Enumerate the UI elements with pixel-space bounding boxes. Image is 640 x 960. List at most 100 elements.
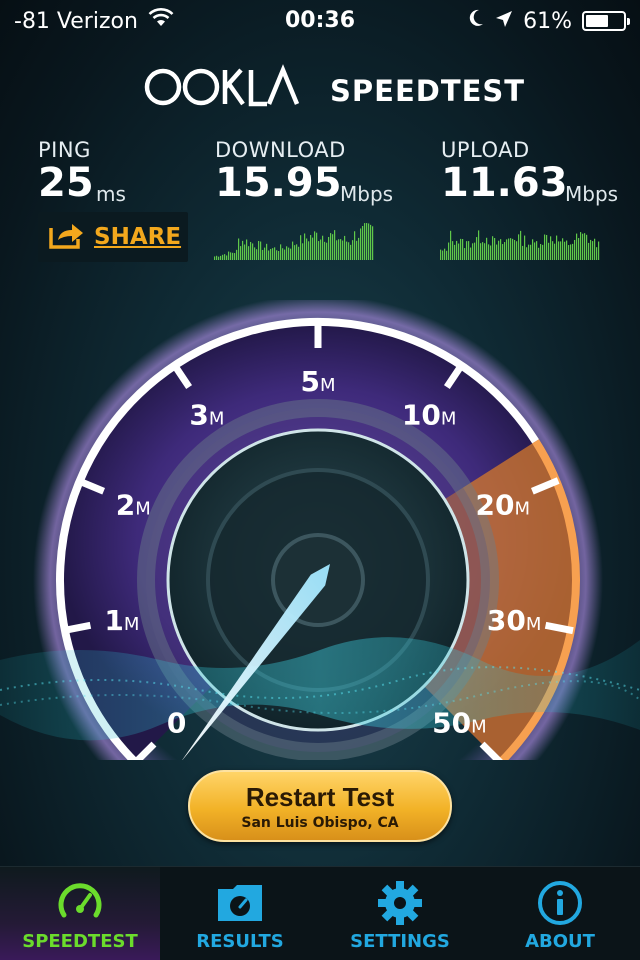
sparkline-bar	[446, 250, 448, 260]
sparkline-bar	[284, 249, 286, 260]
sparkline-bar	[490, 245, 492, 260]
ping-unit: ms	[96, 182, 126, 206]
sparkline-bar	[550, 236, 552, 260]
tab-about-label: ABOUT	[525, 931, 595, 952]
sparkline-bar	[540, 243, 542, 260]
sparkline-bar	[348, 242, 350, 260]
sparkline-bar	[452, 241, 454, 260]
sparkline-bar	[250, 241, 252, 260]
sparkline-bar	[562, 238, 564, 260]
sparkline-bar	[294, 245, 296, 260]
sparkline-bar	[354, 231, 356, 260]
sparkline-bar	[216, 255, 218, 260]
sparkline-bar	[440, 249, 442, 260]
sparkline-bar	[508, 238, 510, 260]
tab-settings-label: SETTINGS	[350, 931, 450, 952]
sparkline-bar	[554, 243, 556, 260]
server-location: San Luis Obispo, CA	[241, 815, 399, 831]
sparkline-bar	[482, 242, 484, 260]
sparkline-bar	[318, 241, 320, 260]
sparkline-bar	[272, 248, 274, 260]
sparkline-bar	[282, 248, 284, 260]
sparkline-bar	[520, 230, 522, 260]
sparkline-bar	[512, 238, 514, 260]
upload-value: 11.63	[441, 160, 568, 206]
tab-speedtest[interactable]: SPEEDTEST	[0, 867, 160, 960]
info-icon	[536, 879, 584, 931]
sparkline-bar	[236, 249, 238, 260]
sparkline-bar	[570, 244, 572, 260]
sparkline-bar	[572, 243, 574, 260]
sparkline-bar	[506, 239, 508, 260]
sparkline-bar	[276, 250, 278, 260]
sparkline-bar	[224, 254, 226, 260]
sparkline-bar	[286, 246, 288, 260]
sparkline-bar	[594, 238, 596, 260]
ookla-logo	[143, 64, 303, 121]
sparkline-bar	[338, 239, 340, 260]
folder-gauge-icon	[215, 879, 265, 931]
sparkline-bar	[252, 243, 254, 260]
sparkline-bar	[528, 244, 530, 260]
upload-unit: Mbps	[565, 182, 619, 206]
download-value: 15.95	[215, 160, 342, 206]
sparkline-bar	[334, 230, 336, 260]
tab-about[interactable]: ABOUT	[480, 867, 640, 960]
restart-test-button[interactable]: Restart Test San Luis Obispo, CA	[188, 770, 452, 842]
sparkline-bar	[302, 243, 304, 260]
sparkline-bar	[350, 244, 352, 260]
tab-settings[interactable]: SETTINGS	[320, 867, 480, 960]
app-title: SPEEDTEST	[330, 74, 526, 108]
sparkline-bar	[592, 241, 594, 260]
sparkline-bar	[346, 241, 348, 260]
sparkline-bar	[352, 240, 354, 260]
upload-sparkline	[440, 230, 600, 260]
sparkline-bar	[292, 241, 294, 260]
sparkline-bar	[240, 246, 242, 260]
sparkline-bar	[358, 237, 360, 260]
share-button[interactable]: SHARE	[38, 212, 188, 262]
sparkline-bar	[532, 239, 534, 260]
sparkline-bar	[306, 238, 308, 260]
sparkline-bar	[596, 247, 598, 260]
sparkline-bar	[254, 247, 256, 260]
sparkline-bar	[222, 254, 224, 260]
speed-gauge: 0 1M 2M 3M 5M 10M 20M 30M 50M	[0, 295, 640, 865]
sparkline-bar	[498, 240, 500, 260]
sparkline-bar	[256, 249, 258, 260]
sparkline-bar	[324, 241, 326, 260]
sparkline-bar	[464, 248, 466, 260]
sparkline-bar	[244, 244, 246, 260]
sparkline-bar	[476, 237, 478, 260]
sparkline-bar	[270, 248, 272, 260]
sparkline-bar	[494, 238, 496, 260]
sparkline-bar	[468, 241, 470, 260]
ping-label: PING	[38, 138, 91, 162]
speedometer-icon	[56, 879, 104, 931]
tab-results[interactable]: RESULTS	[160, 867, 320, 960]
sparkline-bar	[500, 239, 502, 260]
sparkline-bar	[366, 223, 368, 260]
sparkline-bar	[372, 226, 374, 260]
sparkline-bar	[370, 224, 372, 260]
sparkline-bar	[576, 233, 578, 260]
sparkline-bar	[364, 223, 366, 260]
sparkline-bar	[314, 231, 316, 260]
sparkline-bar	[316, 232, 318, 260]
moon-icon	[467, 8, 485, 34]
sparkline-bar	[474, 242, 476, 260]
sparkline-bar	[574, 239, 576, 260]
sparkline-bar	[478, 230, 480, 260]
sparkline-bar	[260, 241, 262, 260]
sparkline-bar	[488, 244, 490, 260]
gauge-scale-label: 0	[167, 706, 186, 739]
sparkline-bar	[444, 248, 446, 260]
sparkline-bar	[460, 238, 462, 260]
sparkline-bar	[330, 233, 332, 260]
tab-results-label: RESULTS	[196, 931, 284, 952]
sparkline-bar	[234, 253, 236, 260]
sparkline-bar	[298, 246, 300, 260]
sparkline-bar	[332, 234, 334, 260]
sparkline-bar	[278, 250, 280, 260]
sparkline-bar	[544, 234, 546, 260]
